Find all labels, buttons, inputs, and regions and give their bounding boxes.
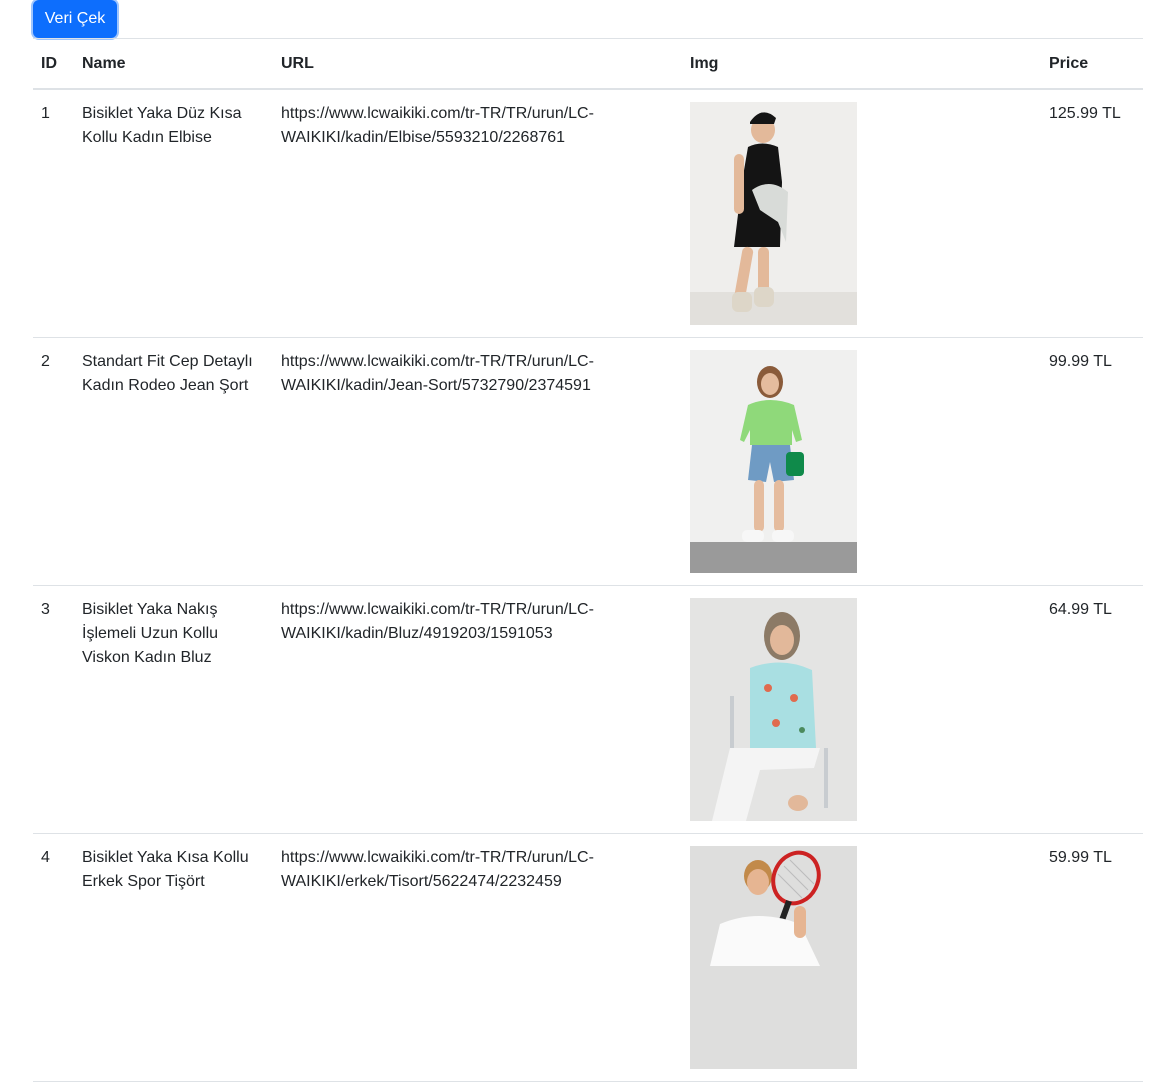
- product-image: [690, 350, 857, 573]
- cell-price: 64.99 TL: [1041, 585, 1143, 834]
- cell-img: [682, 585, 1041, 834]
- product-image: [690, 846, 857, 1069]
- header-row: ID Name URL Img Price: [33, 38, 1143, 90]
- cell-name: Bisiklet Yaka Kısa Kollu Erkek Spor Tişö…: [74, 833, 273, 1082]
- table-row: 4 Bisiklet Yaka Kısa Kollu Erkek Spor Ti…: [33, 833, 1143, 1082]
- cell-price: 125.99 TL: [1041, 89, 1143, 338]
- cell-id: 3: [33, 585, 74, 834]
- table-header: ID Name URL Img Price: [33, 38, 1143, 90]
- cell-name: Standart Fit Cep Detaylı Kadın Rodeo Jea…: [74, 337, 273, 586]
- cell-price: 99.99 TL: [1041, 337, 1143, 586]
- header-url: URL: [273, 38, 682, 90]
- cell-id: 2: [33, 337, 74, 586]
- product-image: [690, 102, 857, 325]
- header-name: Name: [74, 38, 273, 90]
- cell-url: https://www.lcwaikiki.com/tr-TR/TR/urun/…: [273, 337, 682, 586]
- cell-name: Bisiklet Yaka Nakış İşlemeli Uzun Kollu …: [74, 585, 273, 834]
- cell-img: [682, 337, 1041, 586]
- cell-url: https://www.lcwaikiki.com/tr-TR/TR/urun/…: [273, 585, 682, 834]
- table-row: 1 Bisiklet Yaka Düz Kısa Kollu Kadın Elb…: [33, 89, 1143, 338]
- header-price: Price: [1041, 38, 1143, 90]
- cell-name: Bisiklet Yaka Düz Kısa Kollu Kadın Elbis…: [74, 89, 273, 338]
- table-row: 3 Bisiklet Yaka Nakış İşlemeli Uzun Koll…: [33, 585, 1143, 834]
- products-table: ID Name URL Img Price 1 Bisiklet Yaka Dü…: [33, 38, 1143, 1082]
- product-image: [690, 598, 857, 821]
- cell-price: 59.99 TL: [1041, 833, 1143, 1082]
- cell-img: [682, 89, 1041, 338]
- cell-id: 4: [33, 833, 74, 1082]
- cell-img: [682, 833, 1041, 1082]
- cell-url: https://www.lcwaikiki.com/tr-TR/TR/urun/…: [273, 833, 682, 1082]
- fetch-data-button[interactable]: Veri Çek: [33, 0, 117, 38]
- header-id: ID: [33, 38, 74, 90]
- cell-url: https://www.lcwaikiki.com/tr-TR/TR/urun/…: [273, 89, 682, 338]
- table-row: 2 Standart Fit Cep Detaylı Kadın Rodeo J…: [33, 337, 1143, 586]
- header-img: Img: [682, 38, 1041, 90]
- cell-id: 1: [33, 89, 74, 338]
